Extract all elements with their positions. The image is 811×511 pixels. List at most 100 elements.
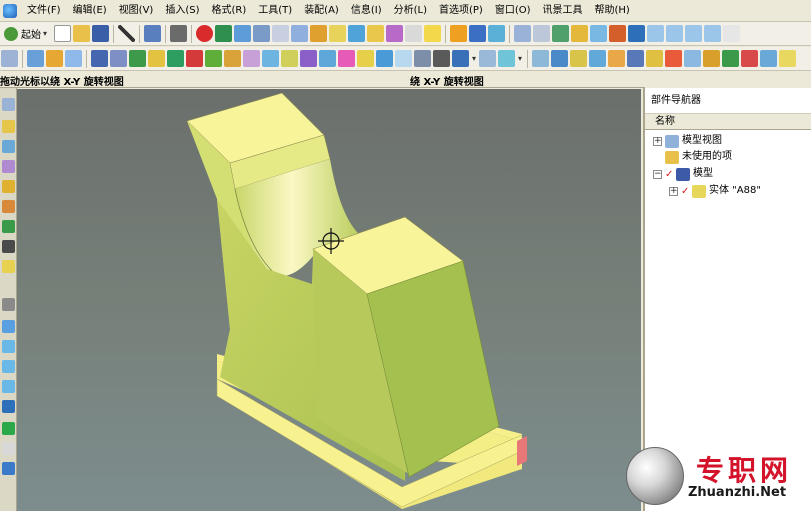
right-view-icon[interactable] xyxy=(704,25,722,42)
tree-node-unused-items[interactable]: 未使用的项 xyxy=(665,149,732,165)
edit-icon[interactable] xyxy=(329,25,347,42)
resource-roles-icon[interactable] xyxy=(2,240,15,253)
blend-icon[interactable] xyxy=(386,25,404,42)
resource-refresh-icon[interactable] xyxy=(2,400,15,413)
iso-view-icon[interactable] xyxy=(647,25,665,42)
revolve-icon[interactable] xyxy=(110,50,127,67)
section-icon[interactable] xyxy=(628,25,646,42)
resource-web-icon[interactable] xyxy=(2,260,15,273)
app-icon[interactable] xyxy=(3,3,17,18)
text-icon[interactable] xyxy=(433,50,450,67)
hole-icon[interactable] xyxy=(129,50,146,67)
menu-assembly[interactable]: 装配(A) xyxy=(298,2,345,20)
print-icon[interactable] xyxy=(170,25,188,42)
resource-grid-icon[interactable] xyxy=(2,422,15,435)
resource-palette-icon[interactable] xyxy=(2,200,15,213)
extrude-icon[interactable] xyxy=(91,50,108,67)
expand-icon[interactable]: + xyxy=(653,136,662,146)
new-file-icon[interactable] xyxy=(54,25,72,42)
sketch-icon[interactable] xyxy=(310,25,328,42)
menu-insert[interactable]: 插入(S) xyxy=(159,2,205,20)
front-view-icon[interactable] xyxy=(685,25,703,42)
menu-edit[interactable]: 编辑(E) xyxy=(67,2,113,20)
wireframe-icon[interactable] xyxy=(609,25,627,42)
blend-edge-icon[interactable] xyxy=(262,50,279,67)
start-button[interactable]: 起始 ▾ xyxy=(0,24,53,44)
checkmark-icon[interactable]: ✓ xyxy=(681,186,690,196)
undo-icon[interactable] xyxy=(144,25,162,42)
law-icon[interactable] xyxy=(722,50,740,67)
draft-icon[interactable] xyxy=(319,50,336,67)
resource-filter-icon[interactable] xyxy=(2,220,15,233)
ruled-icon[interactable] xyxy=(589,50,607,67)
menu-tools[interactable]: 工具(T) xyxy=(252,2,298,20)
copy-icon[interactable] xyxy=(272,25,290,42)
rotate-icon[interactable] xyxy=(571,25,589,42)
collapse-icon[interactable]: − xyxy=(653,169,662,179)
surface-icon[interactable] xyxy=(348,25,366,42)
checkmark-icon[interactable]: ✓ xyxy=(665,169,674,179)
shaded-icon[interactable] xyxy=(590,25,608,42)
split-icon[interactable] xyxy=(665,50,683,67)
offset-icon[interactable] xyxy=(395,50,412,67)
navigator-column-header[interactable]: 名称 xyxy=(645,114,811,130)
bend-icon[interactable] xyxy=(760,50,778,67)
zoom-icon[interactable] xyxy=(533,25,551,42)
more-icon[interactable] xyxy=(723,25,741,42)
part-model[interactable] xyxy=(17,89,641,511)
datum-icon[interactable] xyxy=(414,50,431,67)
view-fit-icon[interactable] xyxy=(514,25,532,42)
menu-help[interactable]: 帮助(H) xyxy=(589,2,636,20)
boss-icon[interactable] xyxy=(148,50,165,67)
menu-analysis[interactable]: 分析(L) xyxy=(388,2,433,20)
surface-grid-icon[interactable] xyxy=(532,50,550,67)
resource-cube-icon[interactable] xyxy=(2,360,15,373)
open-folder-icon[interactable] xyxy=(73,25,91,42)
save-icon[interactable] xyxy=(92,25,110,42)
pocket-icon[interactable] xyxy=(167,50,184,67)
graphics-window[interactable] xyxy=(17,89,641,511)
pad-icon[interactable] xyxy=(186,50,203,67)
measure-icon[interactable] xyxy=(405,25,423,42)
resource-assembly-icon[interactable] xyxy=(2,120,15,133)
assembly-icon[interactable] xyxy=(27,50,44,67)
chamfer-icon[interactable] xyxy=(281,50,298,67)
resource-table-icon[interactable] xyxy=(2,442,15,455)
menu-format[interactable]: 格式(R) xyxy=(206,2,253,20)
tree-node-model[interactable]: − ✓ 模型 xyxy=(653,166,713,182)
solid-icon[interactable] xyxy=(367,25,385,42)
feature-icon[interactable] xyxy=(291,25,309,42)
resource-tool-icon[interactable] xyxy=(2,298,15,311)
unbend-icon[interactable] xyxy=(779,50,797,67)
groove-icon[interactable] xyxy=(224,50,241,67)
resource-cube-icon[interactable] xyxy=(2,380,15,393)
top-view-icon[interactable] xyxy=(666,25,684,42)
mirror-icon[interactable] xyxy=(357,50,374,67)
slot-icon[interactable] xyxy=(205,50,222,67)
resource-cube-icon[interactable] xyxy=(2,340,15,353)
help-icon[interactable] xyxy=(488,25,506,42)
flange-icon[interactable] xyxy=(741,50,759,67)
pan-icon[interactable] xyxy=(552,25,570,42)
resource-part-icon[interactable] xyxy=(2,140,15,153)
highlight-icon[interactable] xyxy=(424,25,442,42)
chevron-down-icon[interactable]: ▾ xyxy=(472,54,476,63)
boolean-icon[interactable] xyxy=(243,50,260,67)
arrow-icon[interactable] xyxy=(452,50,469,67)
sheet-icon[interactable] xyxy=(450,25,468,42)
record-icon[interactable] xyxy=(196,25,214,42)
part-icon[interactable] xyxy=(215,25,233,42)
book-icon[interactable] xyxy=(469,25,487,42)
chevron-down-icon[interactable]: ▾ xyxy=(518,54,522,63)
navigator-icon[interactable] xyxy=(1,50,18,67)
resource-navigator-icon[interactable] xyxy=(2,98,15,111)
resource-view-icon[interactable] xyxy=(2,320,15,333)
trim-icon[interactable] xyxy=(376,50,393,67)
fill-icon[interactable] xyxy=(570,50,588,67)
resource-bookmark-icon[interactable] xyxy=(2,462,15,475)
curve-icon[interactable] xyxy=(498,50,516,67)
expand-icon[interactable]: + xyxy=(669,186,678,196)
resource-history-icon[interactable] xyxy=(2,160,15,173)
analysis-icon[interactable] xyxy=(479,50,497,67)
sweep-icon[interactable] xyxy=(608,50,626,67)
